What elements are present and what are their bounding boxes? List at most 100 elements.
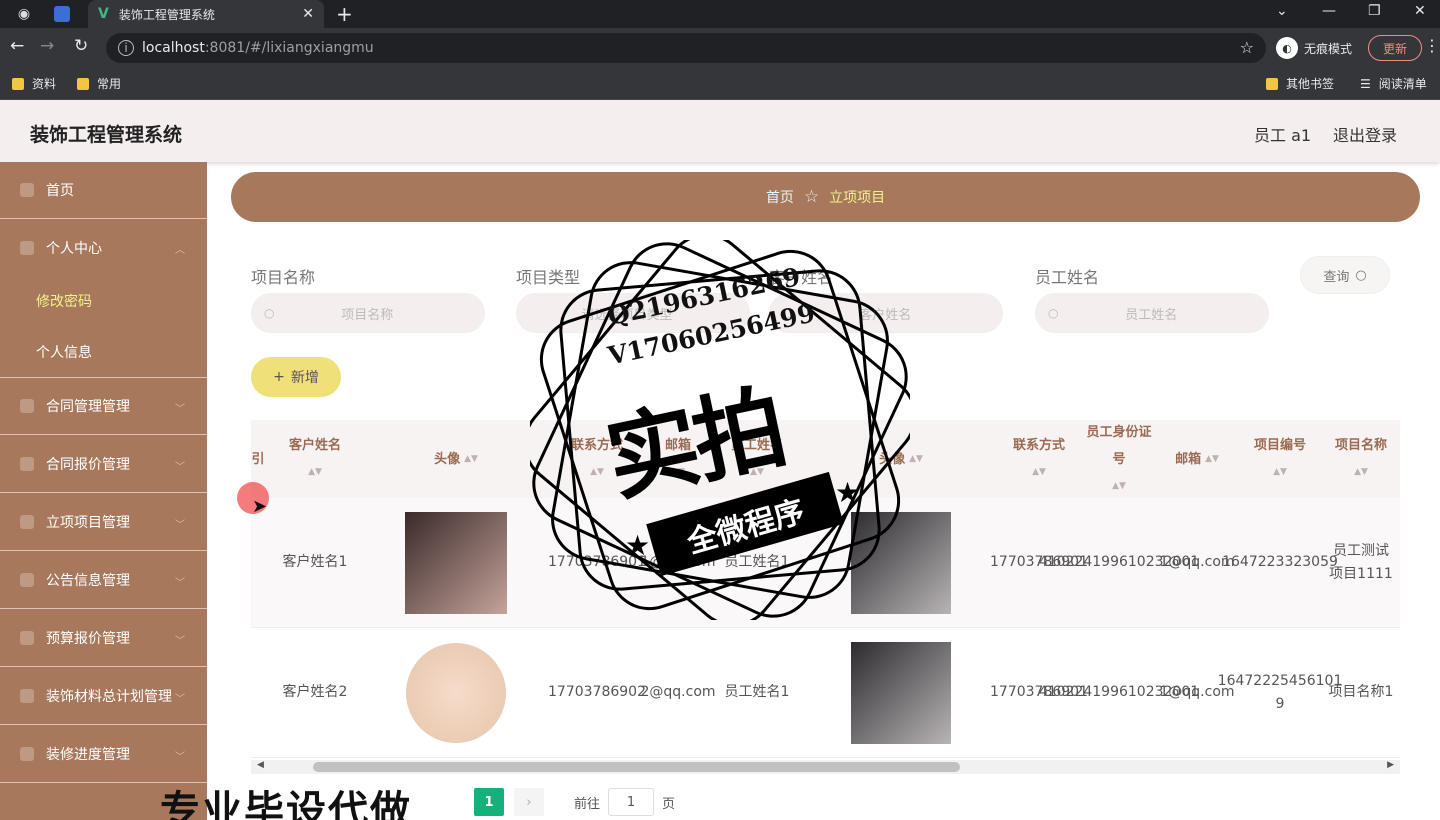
sidebar-item-progress[interactable]: 装修进度管理 ﹀ (0, 726, 207, 783)
reload-icon[interactable]: ↻ (74, 36, 88, 56)
scrollbar-thumb[interactable] (313, 762, 960, 772)
restore-icon[interactable]: ❐ (1368, 3, 1381, 19)
breadcrumb-home[interactable]: 首页 (766, 187, 794, 207)
other-bookmarks[interactable]: 其他书签 (1266, 75, 1334, 92)
vue-logo-icon: V (98, 6, 109, 22)
address-bar[interactable]: i localhost :8081/#/lixiangxiangmu ☆ (106, 33, 1266, 63)
sidebar-item-home[interactable]: 首页 (0, 162, 207, 219)
cell-customer-phone: 17703786902 (548, 684, 646, 700)
active-tab[interactable]: V 装饰工程管理系统 ✕ (88, 0, 324, 28)
bookmark-star-icon[interactable]: ☆ (1240, 38, 1254, 57)
sidebar-item-notice[interactable]: 公告信息管理 ﹀ (0, 552, 207, 609)
app-header: 装饰工程管理系统 员工 a1 退出登录 (0, 100, 1440, 162)
cell-customer-name: 客户姓名1 (282, 554, 348, 570)
close-window-icon[interactable]: ✕ (1414, 3, 1426, 19)
url-path: :8081/#/lixiangxiangmu (204, 40, 374, 56)
chevron-down-icon: ﹀ (175, 462, 185, 473)
sidebar-item-label: 预算报价管理 (46, 631, 130, 647)
incognito-label: 无痕模式 (1304, 41, 1353, 56)
sidebar-item-label: 立项项目管理 (46, 515, 130, 531)
sidebar-item-label: 装修进度管理 (46, 747, 130, 763)
sidebar-item-label: 合同报价管理 (46, 457, 130, 473)
pagination: 1 › 前往 1 页 (474, 788, 675, 816)
horizontal-scrollbar[interactable]: ◀ ▶ (251, 760, 1400, 774)
sidebar-item-quote[interactable]: 合同报价管理 ﹀ (0, 436, 207, 493)
cell-customer-avatar (401, 628, 511, 757)
col-header-employee-phone[interactable]: 联系方式 ▲▼ (1001, 420, 1077, 498)
col-header-customer-name[interactable]: 客户姓名 ▲▼ (277, 420, 353, 498)
app-tab-icon[interactable] (54, 6, 70, 22)
sidebar-item-material[interactable]: 装饰材料总计划管理 ﹀ (0, 668, 207, 725)
cell-employee-avatar (846, 628, 956, 757)
sidebar-subitem-change-password[interactable]: 修改密码 (0, 276, 207, 326)
cell-customer-avatar (401, 498, 511, 627)
col-header-employee-email[interactable]: 邮箱 ▲▼ (1163, 420, 1231, 498)
incognito-indicator[interactable]: ◐ 无痕模式 (1276, 37, 1352, 59)
cell-project-no: 1647223323059 (1222, 554, 1338, 570)
search-icon: ○ (264, 306, 275, 320)
chevron-down-icon: ﹀ (175, 636, 185, 647)
sidebar: 首页 个人中心 ︿ 修改密码 个人信息 合同管理管理 ﹀ 合同报价管理 ﹀ 立项… (0, 162, 207, 820)
incognito-icon: ◐ (1276, 37, 1298, 59)
plus-icon: + (273, 369, 285, 385)
sidebar-item-contract[interactable]: 合同管理管理 ﹀ (0, 378, 207, 435)
col-header-customer-avatar[interactable]: 头像 ▲▼ (401, 420, 511, 498)
sidebar-item-budget[interactable]: 预算报价管理 ﹀ (0, 610, 207, 667)
cell-customer-email: 2@qq.com (640, 684, 716, 700)
bookmark-folder[interactable]: 常用 (77, 75, 121, 92)
forward-icon[interactable]: → (40, 36, 54, 56)
globe-icon[interactable]: ◉ (14, 4, 34, 24)
sort-icon: ▲▼ (1112, 480, 1126, 491)
sidebar-item-label: 首页 (46, 183, 74, 199)
sidebar-item-personal[interactable]: 个人中心 ︿ (0, 219, 207, 276)
sidebar-subitem-profile[interactable]: 个人信息 (0, 326, 207, 378)
minimize-icon[interactable]: — (1322, 3, 1336, 19)
table-row[interactable]: 客户姓名2 17703786902 2@qq.com 员工姓名1 1770378… (251, 628, 1400, 758)
add-button[interactable]: + 新增 (251, 357, 341, 397)
tab-search-icon[interactable]: ⌄ (1276, 3, 1288, 19)
sidebar-item-label: 个人中心 (46, 240, 102, 257)
menu-dots-icon[interactable]: ⋮ (1424, 36, 1440, 55)
sidebar-item-project[interactable]: 立项项目管理 ﹀ (0, 494, 207, 551)
current-user: 员工 a1 (1254, 126, 1312, 145)
employee-avatar-image (851, 641, 951, 744)
chevron-down-icon: ﹀ (175, 578, 185, 589)
close-tab-icon[interactable]: ✕ (302, 6, 314, 22)
watermark-banner: 专业毕设代做 (160, 788, 412, 820)
progress-icon (20, 747, 34, 761)
col-header-project-name[interactable]: 项目名称 ▲▼ (1327, 420, 1395, 498)
bookmark-folder[interactable]: 资料 (12, 75, 56, 92)
goto-page-input[interactable]: 1 (608, 788, 655, 816)
budget-icon (20, 631, 34, 645)
browser-tab-bar: ◉ V 装饰工程管理系统 ✕ + ⌄ — ❐ ✕ (0, 0, 1440, 28)
reading-list-icon: ☰ (1360, 76, 1371, 91)
employee-name-input[interactable]: ○ 员工姓名 (1035, 293, 1269, 333)
material-icon (20, 689, 34, 703)
bookmarks-bar: 资料 常用 其他书签 ☰ 阅读清单 (0, 68, 1440, 100)
scroll-left-icon[interactable]: ◀ (257, 760, 264, 770)
query-button[interactable]: 查询 ○ (1300, 256, 1390, 294)
col-header-employee-id[interactable]: 员工身份证号 ▲▼ (1085, 420, 1153, 498)
user-icon (20, 240, 34, 255)
home-icon (20, 183, 34, 197)
info-icon[interactable]: i (118, 40, 134, 56)
star-icon: ☆ (803, 187, 820, 207)
sort-icon: ▲▼ (308, 467, 322, 477)
browser-toolbar: ← → ↻ i localhost :8081/#/lixiangxiangmu… (0, 28, 1440, 68)
page-unit-label: 页 (662, 796, 676, 812)
project-name-input[interactable]: ○ 项目名称 (251, 293, 485, 333)
new-tab-icon[interactable]: + (336, 2, 353, 26)
logout-link[interactable]: 退出登录 (1333, 122, 1397, 146)
next-page-icon[interactable]: › (514, 788, 544, 816)
page-number-current[interactable]: 1 (474, 788, 504, 816)
cell-employee-email: 1@qq.com (1159, 554, 1235, 570)
back-icon[interactable]: ← (10, 36, 24, 56)
sort-icon: ▲▼ (1032, 467, 1046, 477)
scroll-right-icon[interactable]: ▶ (1387, 760, 1394, 770)
update-button[interactable]: 更新 (1368, 35, 1422, 61)
reading-list[interactable]: ☰ 阅读清单 (1360, 75, 1427, 92)
cell-employee-id: 410224199610232001 (1038, 684, 1200, 700)
sort-icon: ▲▼ (464, 453, 478, 464)
chevron-up-icon: ︿ (175, 245, 185, 256)
col-header-project-no[interactable]: 项目编号 ▲▼ (1241, 420, 1319, 498)
